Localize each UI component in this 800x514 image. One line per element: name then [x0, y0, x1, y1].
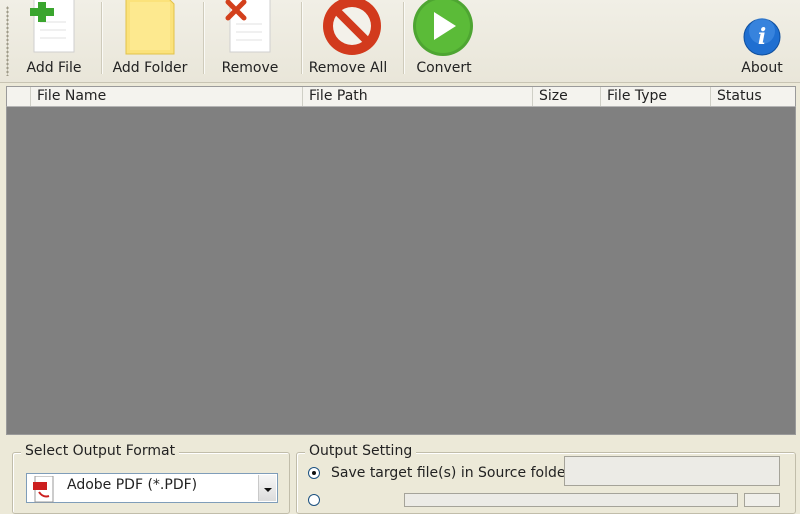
- dropdown-arrow-button[interactable]: [258, 475, 276, 501]
- remove-button[interactable]: Remove: [212, 0, 288, 80]
- convert-button[interactable]: Convert: [408, 0, 480, 80]
- add-file-icon: [30, 0, 75, 53]
- svg-text:i: i: [758, 24, 766, 50]
- source-folder-label[interactable]: Save target file(s) in Source folder: [331, 465, 571, 481]
- column-header-checkbox[interactable]: [7, 87, 31, 106]
- output-format-legend: Select Output Format: [21, 443, 180, 459]
- custom-folder-path-field[interactable]: [404, 493, 738, 507]
- source-folder-radio[interactable]: [308, 467, 320, 479]
- output-format-select[interactable]: Adobe PDF (*.PDF): [26, 473, 278, 503]
- column-header-status[interactable]: Status: [711, 87, 795, 106]
- toolbar-separator: [203, 2, 204, 74]
- about-button[interactable]: i About: [732, 0, 792, 80]
- info-icon: i: [743, 18, 781, 56]
- play-icon: [413, 0, 473, 56]
- file-list[interactable]: [6, 107, 796, 435]
- column-header-file-name[interactable]: File Name: [31, 87, 303, 106]
- about-label: About: [741, 60, 783, 76]
- toolbar: Add File Add Folder Remove Remove All Co…: [0, 0, 800, 83]
- toolbar-separator: [403, 2, 404, 74]
- source-folder-path-field: [564, 456, 780, 486]
- folder-icon: [125, 0, 175, 55]
- column-header-file-type[interactable]: File Type: [601, 87, 711, 106]
- add-folder-button[interactable]: Add Folder: [108, 0, 192, 80]
- toolbar-grip[interactable]: [6, 6, 9, 76]
- remove-icon: [225, 0, 271, 53]
- output-format-value: Adobe PDF (*.PDF): [67, 477, 198, 493]
- custom-folder-radio[interactable]: [308, 494, 320, 506]
- browse-button[interactable]: [744, 493, 780, 507]
- column-header-size[interactable]: Size: [533, 87, 601, 106]
- add-folder-label: Add Folder: [112, 60, 188, 76]
- add-file-label: Add File: [26, 60, 82, 76]
- convert-label: Convert: [416, 60, 472, 76]
- toolbar-separator: [101, 2, 102, 74]
- no-entry-icon: [323, 0, 381, 55]
- column-header-file-path[interactable]: File Path: [303, 87, 533, 106]
- add-file-button[interactable]: Add File: [18, 0, 90, 80]
- remove-all-button[interactable]: Remove All: [306, 0, 390, 80]
- toolbar-separator: [301, 2, 302, 74]
- output-setting-legend: Output Setting: [305, 443, 417, 459]
- remove-all-label: Remove All: [308, 60, 388, 76]
- file-list-header: File Name File Path Size File Type Statu…: [6, 86, 796, 107]
- remove-label: Remove: [221, 60, 279, 76]
